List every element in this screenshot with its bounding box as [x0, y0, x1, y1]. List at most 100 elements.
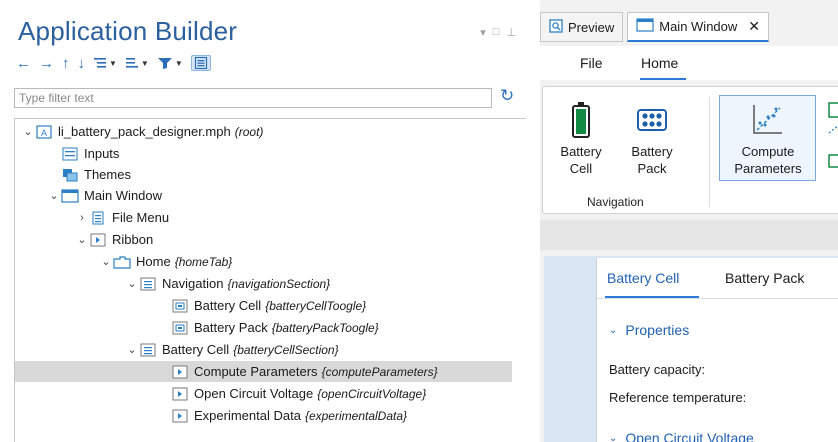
button-icon — [171, 386, 189, 402]
expanded-chevron-icon[interactable]: ⌄ — [21, 125, 35, 138]
form-tab-battery-pack[interactable]: Battery Pack — [725, 270, 804, 286]
tree-item-annotation: {homeTab} — [174, 254, 233, 269]
application-builder-panel: Application Builder ▾ □ ⊥ ← → ↑ ↓ ▼ ▼ ▼ … — [0, 0, 526, 442]
form-tab-battery-cell[interactable]: Battery Cell — [607, 270, 679, 286]
maximize-icon[interactable]: □ — [493, 26, 500, 39]
tree-item-main-window[interactable]: ⌄ Main Window — [15, 185, 512, 206]
tree-item-label: Experimental Data — [194, 408, 301, 423]
filter-input[interactable] — [14, 88, 492, 108]
tree-item-label: Ribbon — [112, 232, 154, 247]
inputs-icon — [61, 146, 79, 162]
expanded-chevron-icon[interactable]: ⌄ — [75, 233, 89, 246]
tree-item-label: Navigation — [162, 276, 224, 291]
tree-item-label: Main Window — [84, 188, 163, 203]
tree-item-open-circuit-voltage[interactable]: Open Circuit Voltage {openCircuitVoltage… — [15, 383, 512, 404]
form-canvas-header — [540, 220, 838, 250]
dropdown-icon[interactable]: ▾ — [480, 26, 486, 39]
application-icon: A — [35, 124, 53, 140]
tree-item-label: File Menu — [112, 210, 170, 225]
forward-arrow-icon[interactable]: → — [39, 55, 54, 72]
tree-item-annotation: {computeParameters} — [321, 364, 438, 379]
battery-icon — [559, 101, 603, 143]
battery-capacity-label: Battery capacity: — [609, 362, 706, 377]
expanded-chevron-icon[interactable]: ⌄ — [47, 189, 61, 202]
battery-pack-button[interactable]: Battery Pack — [625, 101, 679, 177]
properties-section-header[interactable]: ⌄ Properties — [609, 322, 689, 338]
toggle-button-icon — [171, 298, 189, 314]
tree-toolbar: ← → ↑ ↓ ▼ ▼ ▼ — [16, 52, 211, 74]
button-label-line2: Parameters — [734, 161, 802, 176]
reference-temperature-label: Reference temperature: — [609, 390, 747, 405]
svg-text:A: A — [41, 128, 47, 138]
tree-item-annotation: {openCircuitVoltage} — [317, 386, 427, 401]
form-card: Battery Cell Battery Pack ⌄ Properties B… — [596, 258, 838, 442]
section-icon — [139, 276, 157, 292]
tab-preview[interactable]: Preview — [540, 12, 624, 42]
tree-item-annotation: {experimentalData} — [304, 408, 408, 423]
tree-item-navigation[interactable]: ⌄ Navigation {navigationSection} — [15, 273, 512, 294]
ribbon-icon — [89, 232, 107, 248]
collapsed-chevron-icon[interactable]: › — [75, 212, 89, 224]
filter-icon[interactable]: ▼ — [157, 56, 183, 70]
panel-title: Application Builder — [18, 16, 238, 46]
tree-item-annotation: {navigationSection} — [227, 276, 331, 291]
menu-file[interactable]: File — [580, 55, 603, 71]
tree-item-file-menu[interactable]: › File Menu — [15, 207, 512, 228]
tab-main-window[interactable]: Main Window ✕ — [627, 12, 770, 42]
tree-item-inputs[interactable]: Inputs — [15, 143, 512, 164]
window-icon — [61, 188, 79, 204]
tree-item-ribbon[interactable]: ⌄ Ribbon — [15, 229, 512, 250]
tree-item-label: Home — [136, 254, 171, 269]
move-up-icon[interactable]: ↑ — [62, 55, 70, 72]
section-title: Properties — [625, 322, 690, 338]
menu-bar: File Home — [540, 46, 838, 80]
pin-icon[interactable]: ⊥ — [506, 26, 516, 39]
expand-all-icon[interactable]: ▼ — [125, 56, 149, 70]
back-arrow-icon[interactable]: ← — [16, 55, 31, 72]
tree-item-home[interactable]: ⌄ Home {homeTab} — [15, 251, 512, 272]
tree-item-experimental-data[interactable]: Experimental Data {experimentalData} — [15, 405, 512, 426]
ribbon-separator — [709, 97, 710, 207]
compute-parameters-button[interactable]: Compute Parameters — [723, 101, 813, 177]
partial-ribbon-icon[interactable] — [827, 101, 838, 174]
expanded-chevron-icon[interactable]: ⌄ — [99, 255, 113, 268]
collapse-all-icon[interactable]: ▼ — [93, 56, 117, 70]
tree-item-root[interactable]: ⌄ A li_battery_pack_designer.mph (root) — [15, 121, 512, 142]
button-label-line1: Battery — [560, 144, 602, 159]
battery-cell-button[interactable]: Battery Cell — [559, 101, 603, 177]
active-form-tab-indicator — [605, 296, 699, 298]
expanded-chevron-icon[interactable]: ⌄ — [125, 343, 139, 356]
tree-item-label: li_battery_pack_designer.mph — [58, 124, 231, 139]
toggle-button-icon — [171, 320, 189, 336]
show-form-icon[interactable] — [190, 55, 211, 71]
tree-item-label: Battery Cell — [194, 298, 262, 313]
editor-tabs: Preview Main Window ✕ — [540, 12, 770, 44]
ribbon: Battery Cell Battery Pack Compute Parame… — [542, 86, 838, 214]
tab-icon — [113, 254, 131, 270]
tab-label: Preview — [568, 19, 615, 35]
open-circuit-voltage-section-header[interactable]: ⌄ Open Circuit Voltage — [609, 430, 754, 442]
button-label-line1: Compute — [741, 144, 795, 159]
form-tab-divider — [597, 298, 838, 299]
themes-icon — [61, 167, 79, 183]
tree-item-battery-pack-toggle[interactable]: Battery Pack {batteryPackToogle} — [15, 317, 512, 338]
expanded-chevron-icon[interactable]: ⌄ — [125, 277, 139, 290]
button-label-line2: Pack — [637, 161, 667, 176]
button-icon — [171, 364, 189, 380]
refresh-icon[interactable]: ↻ — [500, 86, 514, 106]
button-label-line1: Battery — [631, 144, 673, 159]
tree-item-label: Themes — [84, 167, 131, 182]
tree-item-label: Open Circuit Voltage — [194, 386, 314, 401]
tree-item-label: Compute Parameters — [194, 364, 318, 379]
button-icon — [171, 408, 189, 424]
tree-item-battery-cell-toggle[interactable]: Battery Cell {batteryCellToogle} — [15, 295, 512, 316]
chevron-down-icon: ⌄ — [609, 324, 618, 336]
close-icon[interactable]: ✕ — [748, 18, 760, 35]
preview-icon — [549, 18, 563, 36]
tree-item-battery-cell-section[interactable]: ⌄ Battery Cell {batteryCellSection} — [15, 339, 512, 360]
move-down-icon[interactable]: ↓ — [78, 55, 86, 72]
window-controls: ▾ □ ⊥ — [480, 26, 516, 39]
menu-home[interactable]: Home — [641, 55, 678, 71]
tree-item-compute-parameters[interactable]: Compute Parameters {computeParameters} — [15, 361, 512, 382]
tree-item-themes[interactable]: Themes — [15, 164, 512, 185]
